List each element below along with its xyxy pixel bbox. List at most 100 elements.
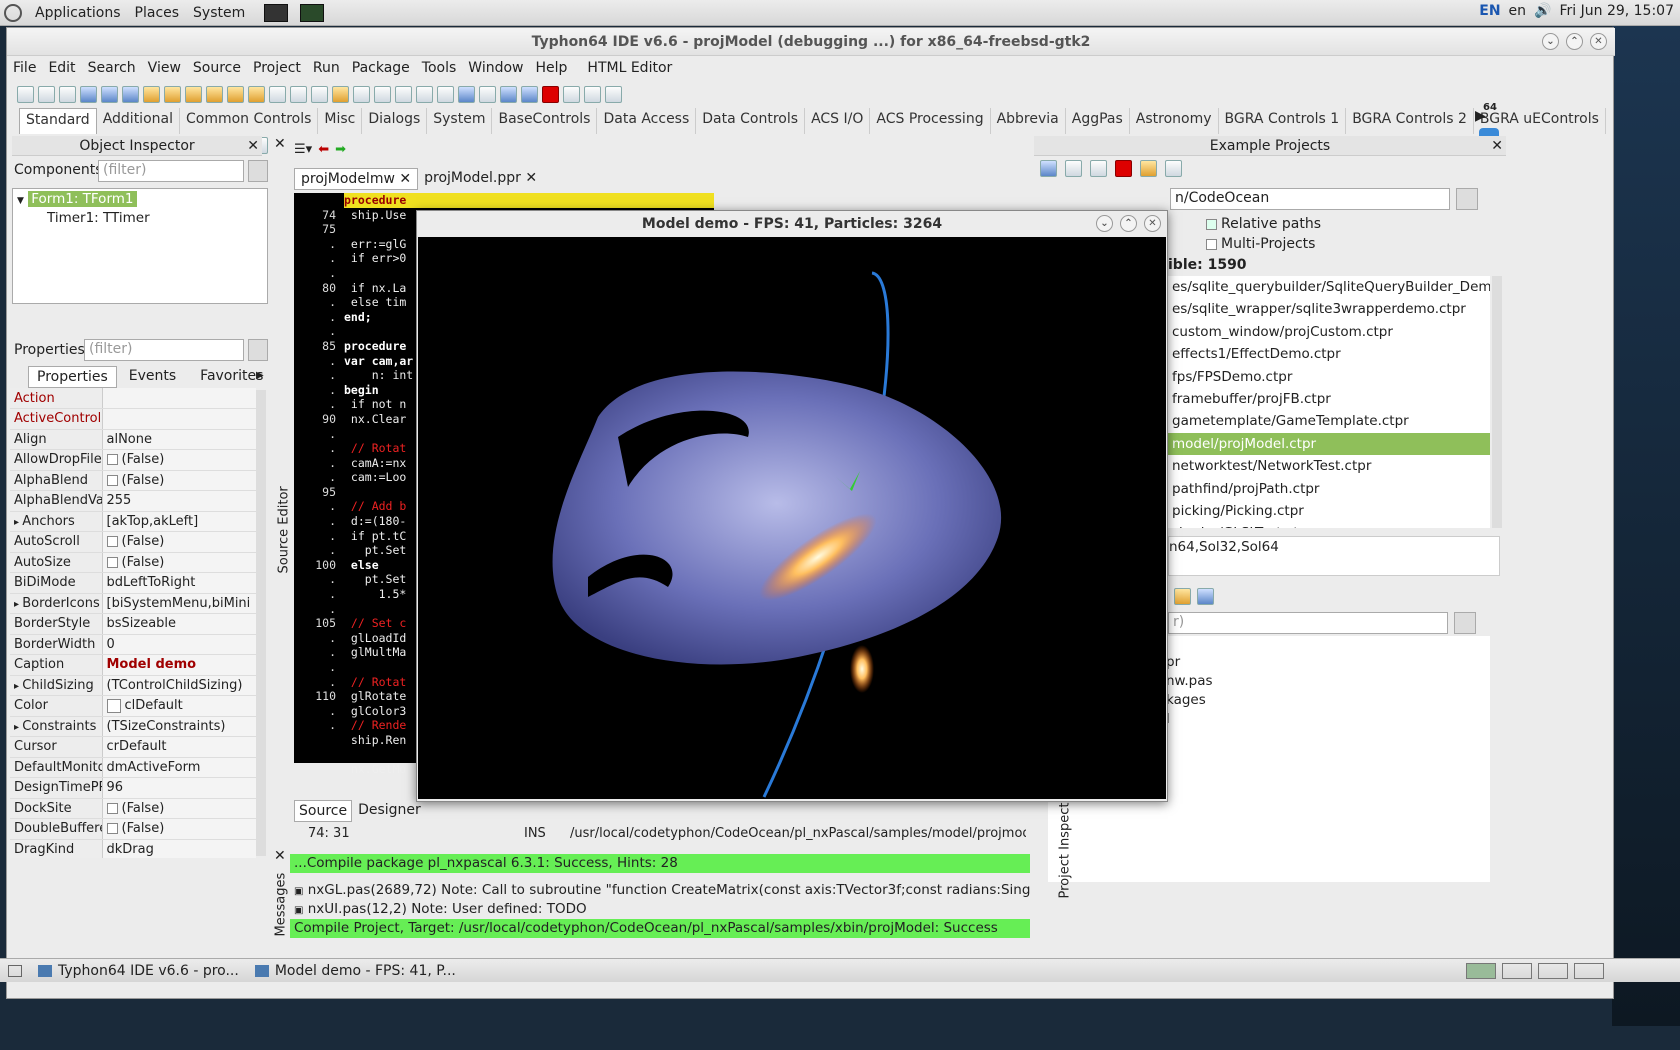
property-scrollbar[interactable] <box>256 390 266 856</box>
message-line[interactable]: ▣ nxGL.pas(2689,72) Note: Call to subrou… <box>290 881 1030 900</box>
project-list-item[interactable]: effects1/EffectDemo.ctpr <box>1168 343 1490 365</box>
folder-icon[interactable] <box>1140 160 1157 177</box>
panel-menu-system[interactable]: System <box>186 5 252 21</box>
tree-node-timer1[interactable]: Timer1: TTimer <box>13 209 267 227</box>
workspace-2[interactable] <box>1502 963 1532 979</box>
tab-properties[interactable]: Properties <box>28 366 117 388</box>
palette-tab[interactable]: Standard <box>19 108 97 134</box>
message-line[interactable]: ...Compile package pl_nxpascal 6.3.1: Su… <box>290 854 1030 873</box>
property-row[interactable]: AlphaBlendVal 255 <box>10 490 256 512</box>
project-list-item[interactable]: gametemplate/GameTemplate.ctpr <box>1168 410 1490 432</box>
palette-tab[interactable]: AggPas <box>1066 108 1130 134</box>
close-icon[interactable]: ✕ <box>247 136 259 156</box>
menu-package[interactable]: Package <box>346 60 416 76</box>
save-icon[interactable] <box>269 85 286 103</box>
step-into-icon[interactable] <box>563 85 580 103</box>
menu-project[interactable]: Project <box>247 60 307 76</box>
close-icon[interactable]: ✕ <box>274 136 286 152</box>
property-row[interactable]: DoubleBuffere (False) <box>10 818 256 840</box>
property-row[interactable]: AllowDropFiles (False) <box>10 449 256 471</box>
forward-arrow-icon[interactable]: ➡ <box>335 142 346 157</box>
menu-help[interactable]: Help <box>530 60 574 76</box>
property-row[interactable]: AutoScroll (False) <box>10 531 256 553</box>
tab-designer[interactable]: Designer <box>352 800 427 822</box>
minimize-button[interactable]: ⌄ <box>1542 33 1559 50</box>
checkbox-icon[interactable] <box>106 454 118 466</box>
close-tab-icon[interactable]: ✕ <box>399 171 411 187</box>
clock[interactable]: Fri Jun 29, 15:07 <box>1559 3 1674 19</box>
settings-icon[interactable] <box>1165 160 1182 177</box>
open-icon[interactable] <box>59 85 76 103</box>
message-line[interactable] <box>290 873 1030 881</box>
package-icon[interactable] <box>143 85 160 103</box>
tab-projmodel-ppr[interactable]: projModel.ppr ✕ <box>418 168 543 190</box>
property-row[interactable]: AutoSize (False) <box>10 552 256 573</box>
project-list-item[interactable]: framebuffer/projFB.ctpr <box>1168 388 1490 410</box>
list-icon[interactable] <box>1197 588 1214 605</box>
pause-icon[interactable] <box>521 85 538 103</box>
properties-filter-input[interactable]: (filter) <box>84 339 244 361</box>
options-icon[interactable] <box>1174 588 1191 605</box>
property-row[interactable]: DragKind dkDrag <box>10 839 256 858</box>
menu-run[interactable]: Run <box>307 60 346 76</box>
workspace-4[interactable] <box>1574 963 1604 979</box>
palette-tab[interactable]: BGRA Controls 2 <box>1346 108 1474 134</box>
keyboard-layout-badge[interactable]: EN <box>1479 3 1500 19</box>
palette-tab[interactable]: Dialogs <box>362 108 428 134</box>
palette-tab[interactable]: Common Controls <box>180 108 319 134</box>
view-units-icon[interactable] <box>374 85 391 103</box>
tab-source[interactable]: Source <box>294 800 353 822</box>
property-row[interactable]: ▸ Constraints (TSizeConstraints) <box>10 716 256 737</box>
model-demo-title-bar[interactable]: Model demo - FPS: 41, Particles: 3264 ⌄ … <box>417 211 1167 237</box>
tab-events[interactable]: Events <box>117 366 188 388</box>
menu-window[interactable]: Window <box>462 60 529 76</box>
components-filter-input[interactable]: (filter) <box>98 160 244 182</box>
open-project-icon[interactable] <box>1065 160 1082 177</box>
checkbox-icon[interactable] <box>106 536 118 548</box>
property-row[interactable]: Cursor crDefault <box>10 736 256 758</box>
palette-tab[interactable]: Data Access <box>597 108 697 134</box>
project-list-item[interactable]: es/sqlite_querybuilder/SqliteQueryBuilde… <box>1168 276 1490 298</box>
project-list-item[interactable]: model/projModel.ctpr <box>1168 432 1490 456</box>
property-row[interactable]: Caption Model demo <box>10 654 256 676</box>
close-icon[interactable]: ✕ <box>1491 136 1503 156</box>
maximize-button[interactable]: ⌃ <box>1120 215 1137 232</box>
debug-icon[interactable] <box>458 85 475 103</box>
menu-view[interactable]: View <box>142 60 187 76</box>
project-list-item[interactable]: picking/Picking.ctpr <box>1168 500 1490 522</box>
message-line[interactable]: ▣ nxUI.pas(12,2) Note: User defined: TOD… <box>290 900 1030 919</box>
multi-projects-checkbox[interactable]: Multi-Projects <box>1206 236 1315 252</box>
replace-icon[interactable] <box>122 85 139 103</box>
property-row[interactable]: BorderWidth 0 <box>10 634 256 655</box>
maximize-button[interactable]: ⌃ <box>1566 33 1583 50</box>
expand-icon[interactable]: ▸ <box>14 722 22 733</box>
panel-menu-applications[interactable]: Applications <box>28 5 128 21</box>
editor-menu-icon[interactable]: ☰▾ <box>294 142 312 157</box>
property-row[interactable]: Action <box>10 388 256 409</box>
toggle-form-icon[interactable] <box>353 85 370 103</box>
opengl-canvas[interactable] <box>418 237 1166 799</box>
property-row[interactable]: AlphaBlend (False) <box>10 470 256 491</box>
expand-icon[interactable]: ▸ <box>14 681 22 692</box>
menu-file[interactable]: File <box>7 60 42 76</box>
close-icon[interactable]: ✕ <box>274 848 286 864</box>
property-row[interactable]: DefaultMonito dmActiveForm <box>10 757 256 778</box>
project-inspector-filter[interactable]: r) <box>1168 612 1448 634</box>
package-remove-icon[interactable] <box>248 85 265 103</box>
project-list-item[interactable]: pathfind/projPath.ctpr <box>1168 478 1490 500</box>
run-icon[interactable] <box>500 85 517 103</box>
palette-tab[interactable]: Misc <box>318 108 363 134</box>
close-tab-icon[interactable]: ✕ <box>525 170 537 186</box>
project-list-item[interactable]: custom_window/projCustom.ctpr <box>1168 321 1490 343</box>
tab-projmodelmw[interactable]: projModelmw ✕ <box>294 168 419 190</box>
close-file-icon[interactable] <box>311 85 328 103</box>
clear-filter-icon[interactable] <box>248 160 268 182</box>
package-compile-icon[interactable] <box>185 85 202 103</box>
message-line[interactable]: Compile Project, Target: /usr/local/code… <box>290 919 1030 938</box>
new-form-icon[interactable] <box>38 85 55 103</box>
system-monitor-icon[interactable] <box>300 3 325 22</box>
property-row[interactable]: Align alNone <box>10 429 256 450</box>
checkbox-icon[interactable] <box>106 802 118 814</box>
project-file-item[interactable]: kages <box>1166 692 1490 711</box>
property-row[interactable]: ActiveControl <box>10 408 256 430</box>
